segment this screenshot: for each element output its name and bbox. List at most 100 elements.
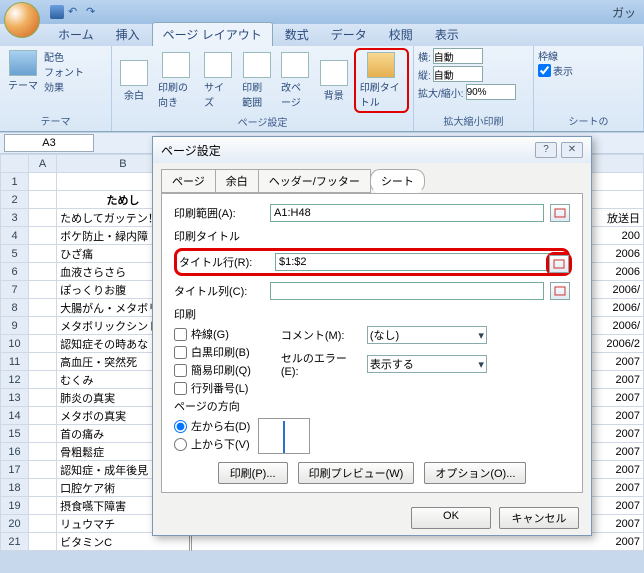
size-button[interactable]: サイズ — [200, 50, 236, 111]
rowcol-check[interactable]: 行列番号(L) — [174, 380, 251, 396]
row-header[interactable]: 17 — [1, 461, 29, 479]
print-button[interactable]: 印刷(P)... — [218, 462, 288, 484]
cell[interactable] — [29, 371, 57, 389]
help-icon[interactable]: ? — [535, 142, 557, 158]
orientation-button[interactable]: 印刷の向き — [154, 50, 198, 111]
cell[interactable] — [29, 425, 57, 443]
print-titles-button[interactable]: 印刷タイトル — [354, 48, 409, 113]
tab-insert[interactable]: 挿入 — [106, 23, 150, 46]
cell[interactable] — [29, 389, 57, 407]
row-header[interactable]: 11 — [1, 353, 29, 371]
row-header[interactable]: 14 — [1, 407, 29, 425]
cell[interactable] — [29, 317, 57, 335]
dlg-tab-header-footer[interactable]: ヘッダー/フッター — [258, 169, 371, 193]
select-all[interactable] — [1, 155, 29, 173]
background-button[interactable]: 背景 — [316, 58, 352, 104]
cell[interactable] — [29, 299, 57, 317]
row-header[interactable]: 15 — [1, 425, 29, 443]
dlg-tab-page[interactable]: ページ — [161, 169, 216, 193]
print-area-button[interactable]: 印刷範囲 — [238, 50, 275, 111]
tab-formulas[interactable]: 数式 — [275, 23, 319, 46]
title-rows-ref-icon[interactable] — [549, 255, 569, 273]
gridlines-view-check[interactable]: 表示 — [538, 63, 639, 78]
errors-value: 表示する — [370, 356, 414, 372]
row-header[interactable]: 5 — [1, 245, 29, 263]
tab-page-layout[interactable]: ページ レイアウト — [152, 22, 273, 46]
cell[interactable] — [29, 209, 57, 227]
cell[interactable] — [29, 281, 57, 299]
cell[interactable] — [29, 461, 57, 479]
name-box[interactable] — [4, 134, 94, 152]
themes-button[interactable]: テーマ — [4, 48, 42, 94]
cell[interactable] — [29, 227, 57, 245]
cell[interactable] — [29, 479, 57, 497]
row-header[interactable]: 3 — [1, 209, 29, 227]
comments-combo[interactable]: (なし) — [367, 326, 487, 344]
row-header[interactable]: 16 — [1, 443, 29, 461]
tab-home[interactable]: ホーム — [48, 23, 104, 46]
undo-icon[interactable]: ↶ — [68, 5, 82, 19]
bw-check[interactable]: 白黒印刷(B) — [174, 344, 251, 360]
row-header[interactable]: 10 — [1, 335, 29, 353]
effects-button[interactable]: 効果 — [44, 79, 84, 94]
cell[interactable] — [29, 353, 57, 371]
group-themes-label: テーマ — [4, 112, 107, 129]
redo-icon[interactable]: ↷ — [86, 5, 100, 19]
col-header-a[interactable]: A — [29, 155, 57, 173]
title-cols-label: タイトル列(C): — [174, 283, 264, 299]
order-tb-radio[interactable]: 上から下(V) — [174, 436, 250, 452]
cell[interactable] — [29, 335, 57, 353]
order-lr-radio[interactable]: 左から右(D) — [174, 418, 250, 434]
print-area-ref-icon[interactable] — [550, 204, 570, 222]
draft-check[interactable]: 簡易印刷(Q) — [174, 362, 251, 378]
office-button[interactable] — [4, 2, 40, 38]
breaks-button[interactable]: 改ページ — [277, 50, 314, 111]
row-header[interactable]: 13 — [1, 389, 29, 407]
row-header[interactable]: 19 — [1, 497, 29, 515]
tab-data[interactable]: データ — [321, 23, 377, 46]
scale-width-input[interactable] — [433, 48, 483, 64]
row-header[interactable]: 18 — [1, 479, 29, 497]
row-header[interactable]: 8 — [1, 299, 29, 317]
margins-button[interactable]: 余白 — [116, 58, 152, 104]
row-header[interactable]: 7 — [1, 281, 29, 299]
cell[interactable] — [29, 407, 57, 425]
colors-button[interactable]: 配色 — [44, 49, 84, 64]
gridlines-check[interactable]: 枠線(G) — [174, 326, 251, 342]
print-area-input[interactable] — [270, 204, 544, 222]
themes-label: テーマ — [8, 77, 38, 92]
cell[interactable] — [29, 191, 57, 209]
row-header[interactable]: 6 — [1, 263, 29, 281]
cell[interactable] — [29, 443, 57, 461]
row-header[interactable]: 2 — [1, 191, 29, 209]
cancel-button[interactable]: キャンセル — [499, 507, 579, 529]
row-header[interactable]: 1 — [1, 173, 29, 191]
cell[interactable] — [29, 263, 57, 281]
fonts-button[interactable]: フォント — [44, 64, 84, 79]
row-header[interactable]: 4 — [1, 227, 29, 245]
scale-pct-input[interactable] — [466, 84, 516, 100]
title-rows-input[interactable] — [275, 253, 565, 271]
row-header[interactable]: 20 — [1, 515, 29, 533]
preview-button[interactable]: 印刷プレビュー(W) — [298, 462, 415, 484]
tab-review[interactable]: 校閲 — [379, 23, 423, 46]
tab-view[interactable]: 表示 — [425, 23, 469, 46]
ok-button[interactable]: OK — [411, 507, 491, 529]
title-cols-input[interactable] — [270, 282, 544, 300]
cell[interactable] — [29, 533, 57, 551]
close-icon[interactable]: ✕ — [561, 142, 583, 158]
title-cols-ref-icon[interactable] — [550, 282, 570, 300]
dlg-tab-margins[interactable]: 余白 — [215, 169, 259, 193]
row-header[interactable]: 12 — [1, 371, 29, 389]
cell[interactable] — [29, 515, 57, 533]
options-button[interactable]: オプション(O)... — [424, 462, 526, 484]
scale-height-input[interactable] — [433, 66, 483, 82]
row-header[interactable]: 21 — [1, 533, 29, 551]
cell[interactable] — [29, 173, 57, 191]
errors-combo[interactable]: 表示する — [367, 355, 487, 373]
dlg-tab-sheet[interactable]: シート — [370, 169, 425, 193]
cell[interactable] — [29, 245, 57, 263]
cell[interactable] — [29, 497, 57, 515]
save-icon[interactable] — [50, 5, 64, 19]
row-header[interactable]: 9 — [1, 317, 29, 335]
